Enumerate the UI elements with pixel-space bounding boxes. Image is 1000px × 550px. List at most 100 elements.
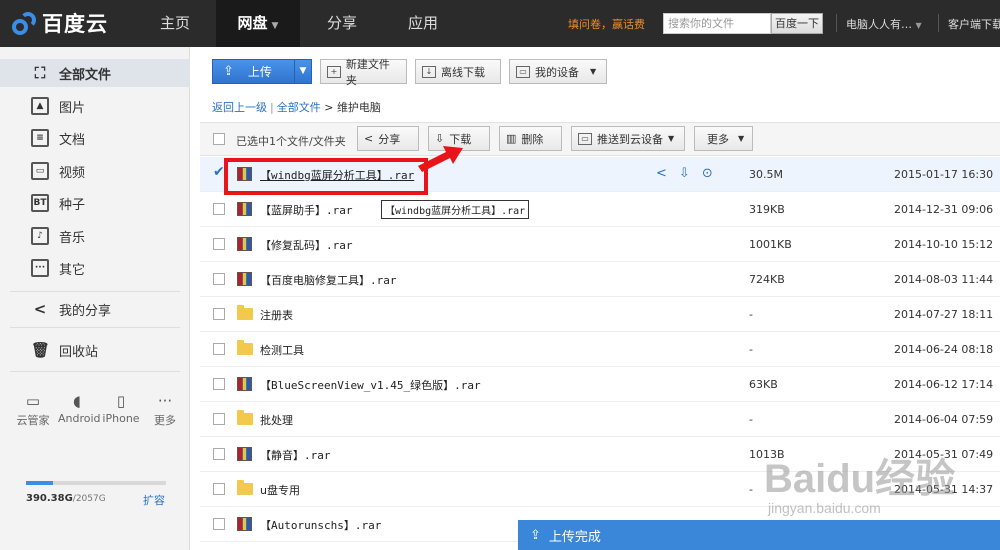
- sidebar-item-videos[interactable]: ▭ 视频: [0, 157, 190, 185]
- file-size: 724KB: [749, 273, 785, 286]
- sidebar-item-label: 视频: [59, 165, 86, 181]
- row-checkbox[interactable]: [213, 483, 225, 495]
- sidebar-item-recycle-bin[interactable]: 🗑 回收站: [0, 336, 190, 364]
- user-name: 电脑人人有…: [846, 18, 912, 31]
- search-input[interactable]: 搜索你的文件: [663, 13, 771, 34]
- row-checkbox[interactable]: [213, 343, 225, 355]
- chevron-down-icon: ▼: [668, 134, 675, 143]
- row-checked-icon[interactable]: ✔: [213, 164, 225, 180]
- sidebar-item-label: 文档: [59, 132, 86, 148]
- upload-complete-toast[interactable]: ⇪ 上传完成: [518, 520, 1000, 550]
- toast-text: 上传完成: [548, 529, 601, 545]
- rar-archive-icon: [237, 517, 252, 531]
- table-row[interactable]: 批处理 - 2014-06-04 07:59: [200, 402, 1000, 437]
- sidebar-item-label: 音乐: [59, 230, 86, 246]
- share-icon[interactable]: <: [656, 166, 667, 181]
- nav-home[interactable]: 主页: [135, 0, 215, 47]
- nav-apps[interactable]: 应用: [383, 0, 463, 47]
- file-name[interactable]: 【百度电脑修复工具】.rar: [260, 272, 397, 288]
- file-size: 319KB: [749, 203, 785, 216]
- watermark-url: jingyan.baidu.com: [768, 500, 881, 516]
- more-icon: ···: [157, 392, 173, 410]
- row-checkbox[interactable]: [213, 238, 225, 250]
- device-yunguanjia[interactable]: ▭ 云管家: [14, 392, 52, 428]
- upload-dropdown-icon[interactable]: ▼: [294, 60, 311, 83]
- my-devices-button[interactable]: ▭ 我的设备 ▼: [509, 59, 607, 84]
- row-checkbox[interactable]: [213, 203, 225, 215]
- sidebar-item-torrents[interactable]: BT 种子: [0, 189, 190, 217]
- offline-download-button[interactable]: ↓ 离线下载: [415, 59, 501, 84]
- row-checkbox[interactable]: [213, 378, 225, 390]
- push-to-device-button[interactable]: ▭ 推送到云设备 ▼: [571, 126, 685, 151]
- sidebar-item-images[interactable]: ▲ 图片: [0, 92, 190, 120]
- download-icon[interactable]: ⇩: [679, 166, 690, 181]
- sidebar-divider: [10, 371, 180, 372]
- file-date: 2014-12-31 09:06: [894, 203, 994, 216]
- file-size: -: [749, 308, 753, 321]
- sidebar-divider: [10, 291, 180, 292]
- file-date: 2014-08-03 11:44: [894, 273, 994, 286]
- upload-button[interactable]: ⇪ 上传 ▼: [212, 59, 312, 84]
- table-row[interactable]: 【BlueScreenView_v1.45_绿色版】.rar 63KB 2014-0…: [200, 367, 1000, 402]
- sidebar-item-label: 回收站: [59, 344, 99, 360]
- file-name[interactable]: 【静音】.rar: [260, 447, 331, 463]
- row-checkbox[interactable]: [213, 448, 225, 460]
- row-checkbox[interactable]: [213, 518, 225, 530]
- breadcrumb-current: 维护电脑: [336, 101, 381, 114]
- delete-button[interactable]: ▥ 删除: [499, 126, 562, 151]
- device-iphone[interactable]: ▯ iPhone: [102, 392, 140, 428]
- file-name[interactable]: 批处理: [260, 412, 293, 428]
- select-all-checkbox[interactable]: [213, 133, 225, 145]
- file-name[interactable]: 注册表: [260, 307, 293, 323]
- top-nav-bar: 百度云 主页 网盘 ▼ 分享 应用 填问卷，赢话费 搜索你的文件 百度一下 电脑人…: [0, 0, 1000, 47]
- sidebar-item-label: 我的分享: [59, 303, 112, 319]
- nav-netdisk[interactable]: 网盘 ▼: [216, 0, 300, 47]
- sidebar-item-my-shares[interactable]: < 我的分享: [0, 295, 190, 323]
- share-button[interactable]: < 分享: [357, 126, 419, 151]
- row-checkbox[interactable]: [213, 413, 225, 425]
- file-size: 63KB: [749, 378, 778, 391]
- storage-quota-fill: [26, 481, 53, 485]
- rar-archive-icon: [237, 202, 252, 216]
- rar-archive-icon: [237, 237, 252, 251]
- back-link[interactable]: 返回上一级: [212, 101, 267, 114]
- row-checkbox[interactable]: [213, 273, 225, 285]
- file-name[interactable]: 【BlueScreenView_v1.45_绿色版】.rar: [260, 377, 481, 393]
- sidebar-item-documents[interactable]: ≡ 文档: [0, 124, 190, 152]
- sidebar-item-other[interactable]: ··· 其它: [0, 254, 190, 282]
- file-name[interactable]: u盘专用: [260, 482, 300, 498]
- nav-share[interactable]: 分享: [302, 0, 382, 47]
- file-name[interactable]: 【蓝屏助手】.rar: [260, 202, 353, 218]
- table-row[interactable]: 【修复乱码】.rar 1001KB 2014-10-10 15:12: [200, 227, 1000, 262]
- more-icon[interactable]: ⊙: [702, 166, 713, 181]
- search-button[interactable]: 百度一下: [771, 13, 823, 34]
- file-name[interactable]: 检测工具: [260, 342, 304, 358]
- device-more[interactable]: ··· 更多: [146, 392, 184, 428]
- user-menu[interactable]: 电脑人人有… ▼: [846, 16, 922, 32]
- sidebar-item-all-files[interactable]: ⛶ 全部文件: [0, 59, 190, 87]
- row-checkbox[interactable]: [213, 308, 225, 320]
- sidebar-item-label: 图片: [59, 100, 86, 116]
- survey-promo-link[interactable]: 填问卷，赢话费: [568, 16, 645, 32]
- file-name[interactable]: 【Autorunschs】.rar: [260, 517, 381, 533]
- file-size: 30.5M: [749, 168, 783, 181]
- device-android[interactable]: ◖ Android: [58, 392, 101, 428]
- new-folder-button[interactable]: + 新建文件夹: [320, 58, 407, 87]
- device-label: 更多: [154, 414, 176, 427]
- upload-label: 上传: [247, 65, 272, 79]
- file-date: 2014-06-04 07:59: [894, 413, 994, 426]
- breadcrumb-all-files[interactable]: 全部文件: [277, 101, 321, 114]
- table-row[interactable]: 【百度电脑修复工具】.rar 724KB 2014-08-03 11:44: [200, 262, 1000, 297]
- document-icon: ≡: [31, 129, 49, 147]
- expand-storage-link[interactable]: 扩容: [143, 492, 165, 508]
- client-download-link[interactable]: 客户端下载: [948, 16, 1000, 32]
- baidu-cloud-logo[interactable]: 百度云: [10, 9, 108, 37]
- file-name[interactable]: 【修复乱码】.rar: [260, 237, 353, 253]
- more-button[interactable]: 更多 ▼: [694, 126, 753, 151]
- device-links: ▭ 云管家 ◖ Android ▯ iPhone ··· 更多: [14, 392, 184, 428]
- table-row[interactable]: 【蓝屏助手】.rar 319KB 2014-12-31 09:06: [200, 192, 1000, 227]
- table-row[interactable]: 检测工具 - 2014-06-24 08:18: [200, 332, 1000, 367]
- table-row[interactable]: 注册表 - 2014-07-27 18:11: [200, 297, 1000, 332]
- sidebar-item-music[interactable]: ♪ 音乐: [0, 222, 190, 250]
- file-date: 2015-01-17 16:30: [894, 168, 994, 181]
